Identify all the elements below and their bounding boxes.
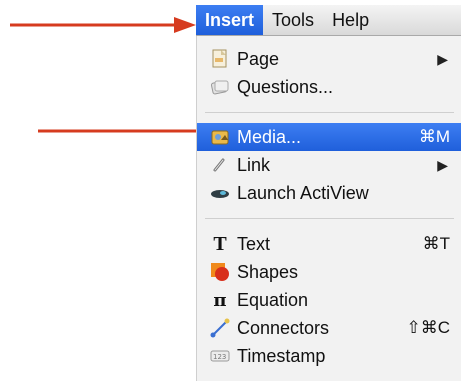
shortcut-label: ⌘T	[422, 234, 450, 253]
link-icon	[209, 154, 231, 176]
menu-tools[interactable]: Tools	[263, 5, 323, 35]
menu-item-label: Connectors	[237, 317, 330, 338]
connectors-icon	[209, 317, 231, 339]
shortcut-label: ⇧⌘C	[406, 318, 450, 337]
menu-item-text[interactable]: T Text ⌘T	[197, 230, 461, 258]
text-icon: T	[213, 232, 227, 255]
menu-separator	[205, 112, 454, 113]
menu-item-label: Launch ActiView	[237, 182, 369, 203]
submenu-arrow-icon: ▶	[437, 156, 448, 173]
timestamp-icon: 123	[209, 345, 231, 367]
menu-help[interactable]: Help	[323, 5, 378, 35]
menu-item-label: Link	[237, 154, 271, 175]
menu-item-shapes[interactable]: Shapes	[197, 258, 461, 286]
svg-text:123: 123	[213, 353, 226, 361]
menu-item-page[interactable]: Page ▶	[197, 45, 461, 73]
menu-item-link[interactable]: Link ▶	[197, 151, 461, 179]
questions-icon	[209, 76, 231, 98]
menu-insert[interactable]: Insert	[196, 5, 264, 35]
menu-separator	[205, 218, 454, 219]
menu-item-label: Equation	[237, 289, 309, 310]
annotation-arrow-insert	[10, 17, 196, 33]
menu-item-media[interactable]: Media... ⌘M	[197, 123, 461, 151]
menu-item-label: Shapes	[237, 261, 299, 282]
page-icon	[209, 48, 231, 70]
menu-item-label: Media...	[237, 126, 302, 147]
menu-item-label: Questions...	[237, 76, 334, 97]
media-icon	[209, 126, 231, 148]
menu-item-timestamp[interactable]: 123 Timestamp	[197, 342, 461, 370]
actiview-icon	[209, 182, 231, 204]
equation-icon: π	[213, 289, 227, 311]
menu-item-label: Page	[237, 48, 280, 69]
menu-item-connectors[interactable]: Connectors ⇧⌘C	[197, 314, 461, 342]
menu-item-label: Text	[237, 233, 271, 254]
menu-item-label: Timestamp	[237, 345, 326, 366]
submenu-arrow-icon: ▶	[437, 50, 448, 67]
insert-dropdown: Page ▶ Questions... Media... ⌘M Link ▶ L…	[196, 36, 461, 381]
shapes-icon	[209, 261, 231, 283]
menu-item-equation[interactable]: π Equation	[197, 286, 461, 314]
menu-bar: Insert Tools Help	[196, 5, 461, 36]
shortcut-label: ⌘M	[418, 127, 450, 146]
menu-item-launch-actiview[interactable]: Launch ActiView	[197, 179, 461, 207]
menu-item-questions[interactable]: Questions...	[197, 73, 461, 101]
